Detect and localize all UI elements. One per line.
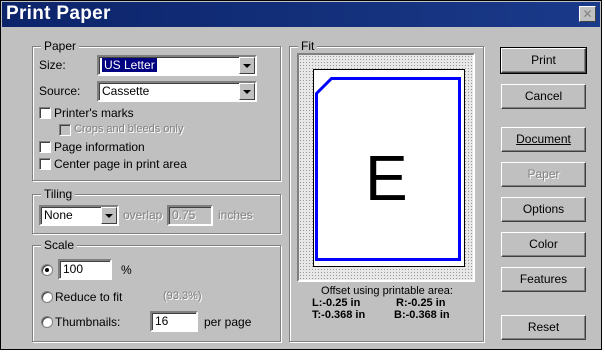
page-corner-icon — [315, 77, 335, 97]
page-information-label[interactable]: Page information — [54, 140, 145, 154]
color-button[interactable]: Color — [501, 232, 586, 257]
printers-marks-checkbox[interactable] — [39, 107, 51, 119]
window-title: Print Paper — [6, 3, 111, 24]
paper-button[interactable]: Paper — [501, 162, 586, 187]
offset-left: L:-0.25 in — [312, 297, 361, 309]
size-value: US Letter — [102, 58, 157, 72]
reduce-to-fit-value: (93.3%) — [163, 290, 202, 302]
offset-title: Offset using printable area: — [321, 285, 453, 297]
per-page-label: per page — [204, 315, 252, 329]
size-dropdown[interactable]: US Letter — [97, 55, 257, 76]
thumbnails-radio[interactable] — [41, 316, 53, 328]
offset-bottom: B:-0.368 in — [394, 309, 450, 321]
chevron-down-icon[interactable] — [239, 57, 255, 74]
preview-letter: E — [365, 142, 408, 214]
tiling-mode-value: None — [44, 208, 73, 222]
source-label: Source: — [39, 84, 81, 98]
size-label: Size: — [39, 58, 66, 72]
scale-percent-value: 100 — [63, 262, 84, 276]
document-button[interactable]: Document — [501, 127, 586, 152]
crops-bleeds-checkbox[interactable] — [59, 124, 71, 136]
overlap-units-label: inches — [218, 208, 253, 222]
reduce-to-fit-label[interactable]: Reduce to fit — [55, 290, 122, 304]
print-button[interactable]: Print — [500, 47, 587, 74]
page-information-checkbox[interactable] — [39, 141, 51, 153]
reset-button[interactable]: Reset — [501, 315, 586, 340]
options-button[interactable]: Options — [501, 197, 586, 222]
overlap-label: overlap — [123, 208, 163, 222]
fit-group-label: Fit — [298, 39, 318, 53]
scale-percent-radio[interactable] — [41, 264, 53, 276]
thumbnails-label[interactable]: Thumbnails: — [55, 315, 120, 329]
tiling-group-label: Tiling — [41, 187, 76, 201]
reduce-to-fit-radio[interactable] — [41, 291, 53, 303]
print-paper-dialog: Print Paper ✕ Paper Size: US Letter Sour… — [0, 0, 602, 350]
thumbnails-value: 16 — [155, 314, 169, 328]
thumbnails-input[interactable]: 16 — [150, 311, 198, 332]
features-button[interactable]: Features — [501, 267, 586, 292]
center-page-checkbox[interactable] — [39, 158, 51, 170]
percent-sign: % — [121, 263, 132, 277]
tiling-mode-dropdown[interactable]: None — [39, 205, 119, 226]
source-dropdown[interactable]: Cassette — [97, 81, 257, 102]
overlap-value: 0.75 — [172, 208, 196, 222]
chevron-down-icon[interactable] — [239, 83, 255, 100]
title-bar[interactable]: Print Paper ✕ — [2, 2, 600, 27]
source-value: Cassette — [102, 84, 150, 98]
close-icon[interactable]: ✕ — [579, 6, 596, 22]
offset-top: T:-0.368 in — [312, 309, 366, 321]
chevron-down-icon[interactable] — [101, 207, 117, 224]
offset-right: R:-0.25 in — [396, 297, 446, 309]
paper-group-label: Paper — [41, 39, 80, 53]
overlap-input[interactable]: 0.75 — [167, 205, 213, 226]
center-page-label[interactable]: Center page in print area — [54, 157, 187, 171]
crops-bleeds-label[interactable]: Crops and bleeds only — [74, 123, 183, 135]
scale-group-label: Scale — [41, 238, 78, 252]
scale-percent-input[interactable]: 100 — [58, 259, 112, 280]
printers-marks-label[interactable]: Printer's marks — [54, 106, 134, 120]
cancel-button[interactable]: Cancel — [501, 84, 586, 109]
